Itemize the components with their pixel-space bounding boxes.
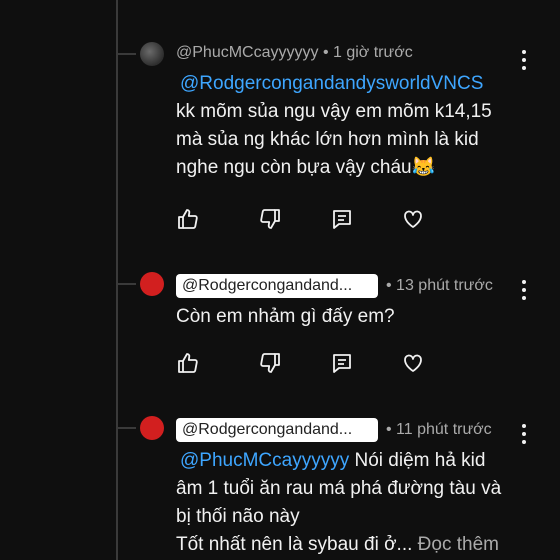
thread-branch — [116, 283, 136, 285]
comment-line: Tốt nhất nên là sybau đi ở... — [176, 534, 413, 555]
comment-line: nghe ngu còn bựa vậy cháu😹 — [176, 157, 436, 178]
separator: • — [322, 44, 333, 61]
comment-line: mà sủa ng khác lớn hơn mình là kid — [176, 129, 479, 150]
comment-time: 1 giờ trước — [333, 44, 413, 61]
avatar[interactable] — [140, 42, 164, 66]
author-chip[interactable]: @Rodgercongandand... — [176, 418, 378, 442]
author-name[interactable]: @PhucMCcayyyyyy — [176, 44, 319, 61]
comment-text: Còn em nhảm gì đấy em? — [176, 303, 395, 331]
comment-line: Còn em nhảm gì đấy em? — [176, 306, 395, 327]
thumbs-down-icon[interactable] — [258, 351, 282, 375]
mention-link[interactable]: @RodgercongandandysworldVNCS — [180, 73, 483, 94]
comment-meta: @PhucMCcayyyyyy • 1 giờ trước — [176, 44, 413, 62]
comment-time: • 13 phút trước — [386, 277, 493, 294]
comment-line: kk mõm sủa ngu vậy em mõm k14,15 — [176, 101, 492, 122]
comment-line: bị thối não này — [176, 506, 300, 527]
more-vert-icon[interactable] — [516, 278, 532, 300]
author-chip[interactable]: @Rodgercongandand... — [176, 274, 378, 298]
mention-link[interactable]: @PhucMCcayyyyyy — [180, 450, 349, 471]
thread-branch — [116, 53, 136, 55]
comment-text: @PhucMCcayyyyyy Nói diệm hả kid âm 1 tuổ… — [176, 447, 501, 559]
more-vert-icon[interactable] — [516, 48, 532, 70]
thread-line — [116, 0, 118, 560]
heart-icon[interactable] — [401, 207, 425, 231]
thumbs-down-icon[interactable] — [258, 207, 282, 231]
comment-line: âm 1 tuổi ăn rau má phá đường tàu và — [176, 478, 502, 499]
avatar[interactable] — [140, 416, 164, 440]
heart-icon[interactable] — [401, 351, 425, 375]
avatar[interactable] — [140, 272, 164, 296]
read-more-link[interactable]: Đọc thêm — [418, 534, 499, 555]
comment-actions — [176, 351, 436, 375]
comment-time: • 11 phút trước — [386, 421, 492, 438]
thumbs-up-icon[interactable] — [176, 207, 200, 231]
comment-line: Nói diệm hả kid — [354, 450, 486, 471]
more-vert-icon[interactable] — [516, 422, 532, 444]
comment-text: @RodgercongandandysworldVNCS kk mõm sủa … — [176, 70, 492, 182]
thumbs-up-icon[interactable] — [176, 351, 200, 375]
thread-branch — [116, 427, 136, 429]
reply-comment-icon[interactable] — [330, 207, 354, 231]
comment-actions — [176, 207, 436, 231]
reply-comment-icon[interactable] — [330, 351, 354, 375]
